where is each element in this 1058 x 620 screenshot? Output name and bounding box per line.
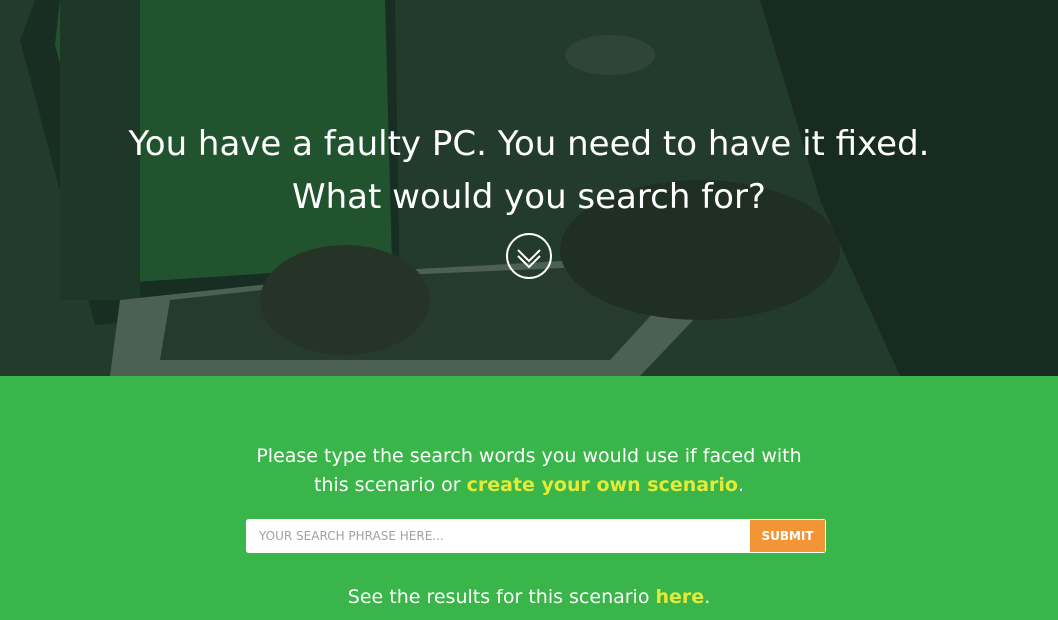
- search-prompt: Please type the search words you would u…: [0, 442, 1058, 500]
- results-line: See the results for this scenario here.: [0, 583, 1058, 612]
- headline-line-1: You have a faulty PC. You need to have i…: [128, 124, 930, 164]
- headline-line-2: What would you search for?: [292, 177, 766, 217]
- chevron-down-circle-icon[interactable]: [505, 232, 553, 280]
- search-input[interactable]: [246, 519, 749, 553]
- prompt-period: .: [738, 474, 745, 496]
- hero-content: You have a faulty PC. You need to have i…: [0, 118, 1058, 284]
- prompt-text-line-2: this scenario or: [313, 474, 461, 496]
- search-panel: Please type the search words you would u…: [0, 376, 1058, 620]
- submit-button[interactable]: SUBMIT: [749, 519, 826, 553]
- results-period: .: [704, 586, 711, 608]
- search-form: SUBMIT: [246, 519, 826, 553]
- prompt-text-line-1: Please type the search words you would u…: [256, 445, 802, 467]
- results-here-link[interactable]: here: [656, 586, 705, 608]
- create-scenario-link[interactable]: create your own scenario: [467, 474, 738, 496]
- hero-headline: You have a faulty PC. You need to have i…: [0, 118, 1058, 224]
- results-text: See the results for this scenario: [347, 586, 650, 608]
- hero-section: You have a faulty PC. You need to have i…: [0, 0, 1058, 376]
